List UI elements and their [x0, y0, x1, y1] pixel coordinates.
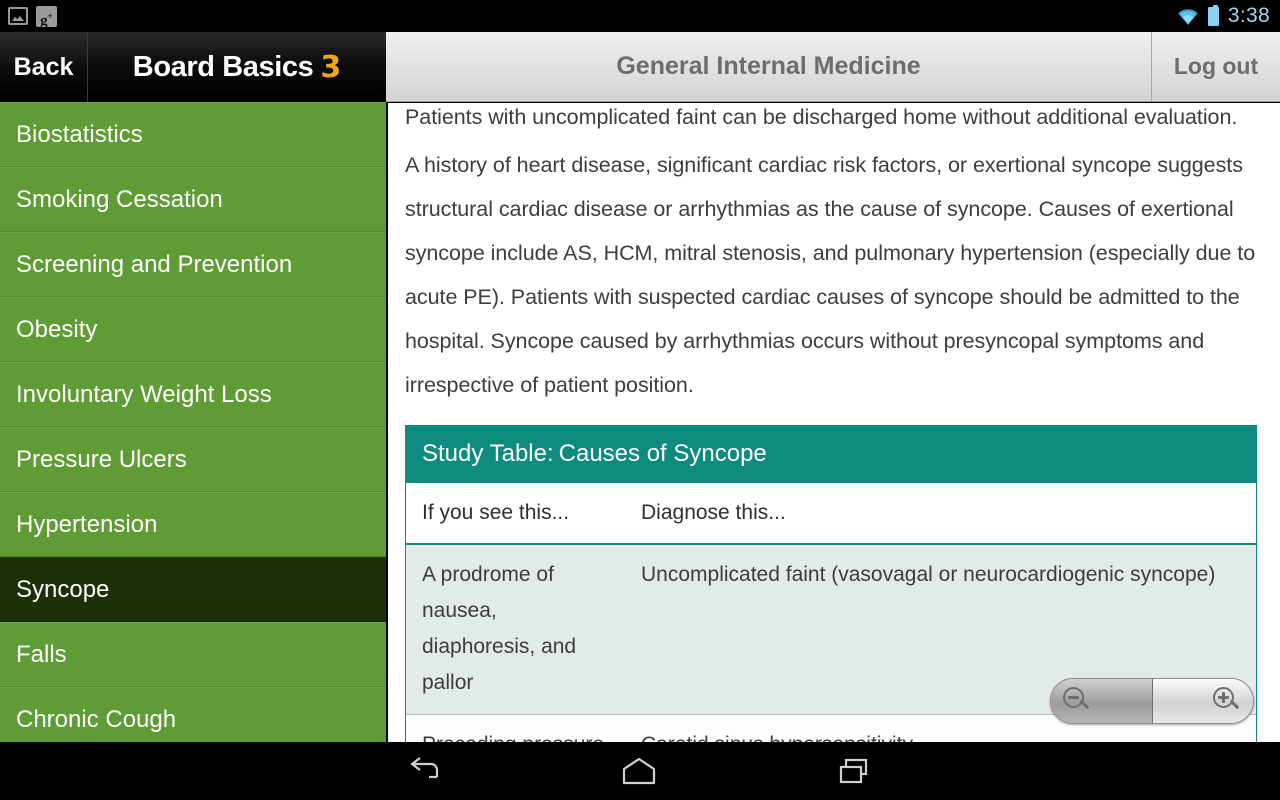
status-bar-left-icons: g+	[8, 5, 57, 29]
zoom-in-icon	[1213, 687, 1241, 715]
article-paragraph: A history of heart disease, significant …	[405, 153, 1256, 397]
app-bar: Back Board Basics 3	[0, 32, 386, 102]
study-table-title-value: Causes of Syncope	[558, 440, 767, 467]
column-header-diagnose: Diagnose this...	[641, 501, 786, 524]
sidebar-item-label: Involuntary Weight Loss	[16, 380, 272, 408]
home-nav-icon[interactable]	[531, 757, 746, 785]
sidebar-item-label: Screening and Prevention	[16, 250, 293, 278]
sidebar-item-label: Biostatistics	[16, 120, 143, 148]
sidebar-item-label: Smoking Cessation	[16, 185, 223, 213]
android-status-bar: g+ 3:38	[0, 0, 1280, 32]
study-table-title-label: Study Table:	[422, 440, 554, 467]
sidebar-item-biostatistics[interactable]: Biostatistics	[0, 102, 386, 167]
page-title: General Internal Medicine	[616, 52, 921, 80]
content-header: General Internal Medicine Log out	[386, 32, 1280, 102]
zoom-in-button[interactable]	[1152, 679, 1253, 723]
sidebar-item-syncope[interactable]: Syncope	[0, 557, 386, 622]
app-logo-text: Board Basics	[132, 50, 314, 83]
app-logo-edition-number: 3	[320, 49, 342, 85]
sidebar-item-label: Syncope	[16, 575, 110, 603]
back-nav-icon[interactable]	[316, 757, 531, 785]
column-header-if-you-see: If you see this...	[422, 501, 570, 524]
article-paragraph: Patients with uncomplicated faint can be…	[405, 105, 1238, 129]
sidebar-item-label: Pressure Ulcers	[16, 445, 187, 473]
sidebar-item-involuntary-weight-loss[interactable]: Involuntary Weight Loss	[0, 362, 386, 427]
sidebar-item-falls[interactable]: Falls	[0, 622, 386, 687]
study-table-header-row: If you see this... Diagnose this...	[406, 483, 1256, 545]
battery-icon	[1207, 4, 1219, 26]
android-navigation-bar	[0, 742, 1280, 800]
status-bar-clock: 3:38	[1227, 4, 1270, 27]
zoom-out-button[interactable]	[1051, 679, 1153, 723]
article-content-pane[interactable]: Patients with uncomplicated faint can be…	[388, 103, 1280, 742]
logout-button[interactable]: Log out	[1151, 32, 1280, 101]
wifi-icon	[1177, 8, 1199, 25]
status-bar-right-icons: 3:38	[1177, 4, 1270, 28]
cell-if-you-see: A prodrome of nausea, diaphoresis, and p…	[422, 563, 577, 694]
article-paragraphs: Patients with uncomplicated faint can be…	[405, 103, 1260, 407]
gallery-image-icon	[8, 7, 28, 25]
sidebar-item-pressure-ulcers[interactable]: Pressure Ulcers	[0, 427, 386, 492]
study-table-title: Study Table: Causes of Syncope	[406, 425, 1256, 483]
back-button[interactable]: Back	[0, 32, 88, 102]
sidebar-item-screening-and-prevention[interactable]: Screening and Prevention	[0, 232, 386, 297]
sidebar-item-chronic-cough[interactable]: Chronic Cough	[0, 687, 386, 742]
cell-if-you-see: Preceding pressure on the carotid sinus …	[406, 715, 625, 742]
zoom-control[interactable]	[1050, 678, 1254, 724]
google-plus-icon: g+	[36, 5, 57, 29]
sidebar-item-label: Chronic Cough	[16, 705, 177, 733]
zoom-out-icon	[1063, 687, 1091, 715]
recents-nav-icon[interactable]	[746, 757, 961, 785]
sidebar-item-label: Obesity	[16, 315, 98, 343]
sidebar-item-smoking-cessation[interactable]: Smoking Cessation	[0, 167, 386, 232]
sidebar-topic-list[interactable]: Biostatistics Smoking Cessation Screening …	[0, 102, 386, 742]
app-logo: Board Basics 3	[88, 32, 386, 102]
sidebar-item-hypertension[interactable]: Hypertension	[0, 492, 386, 557]
sidebar-item-obesity[interactable]: Obesity	[0, 297, 386, 362]
sidebar-item-label: Hypertension	[16, 510, 158, 538]
sidebar-item-label: Falls	[16, 640, 67, 668]
